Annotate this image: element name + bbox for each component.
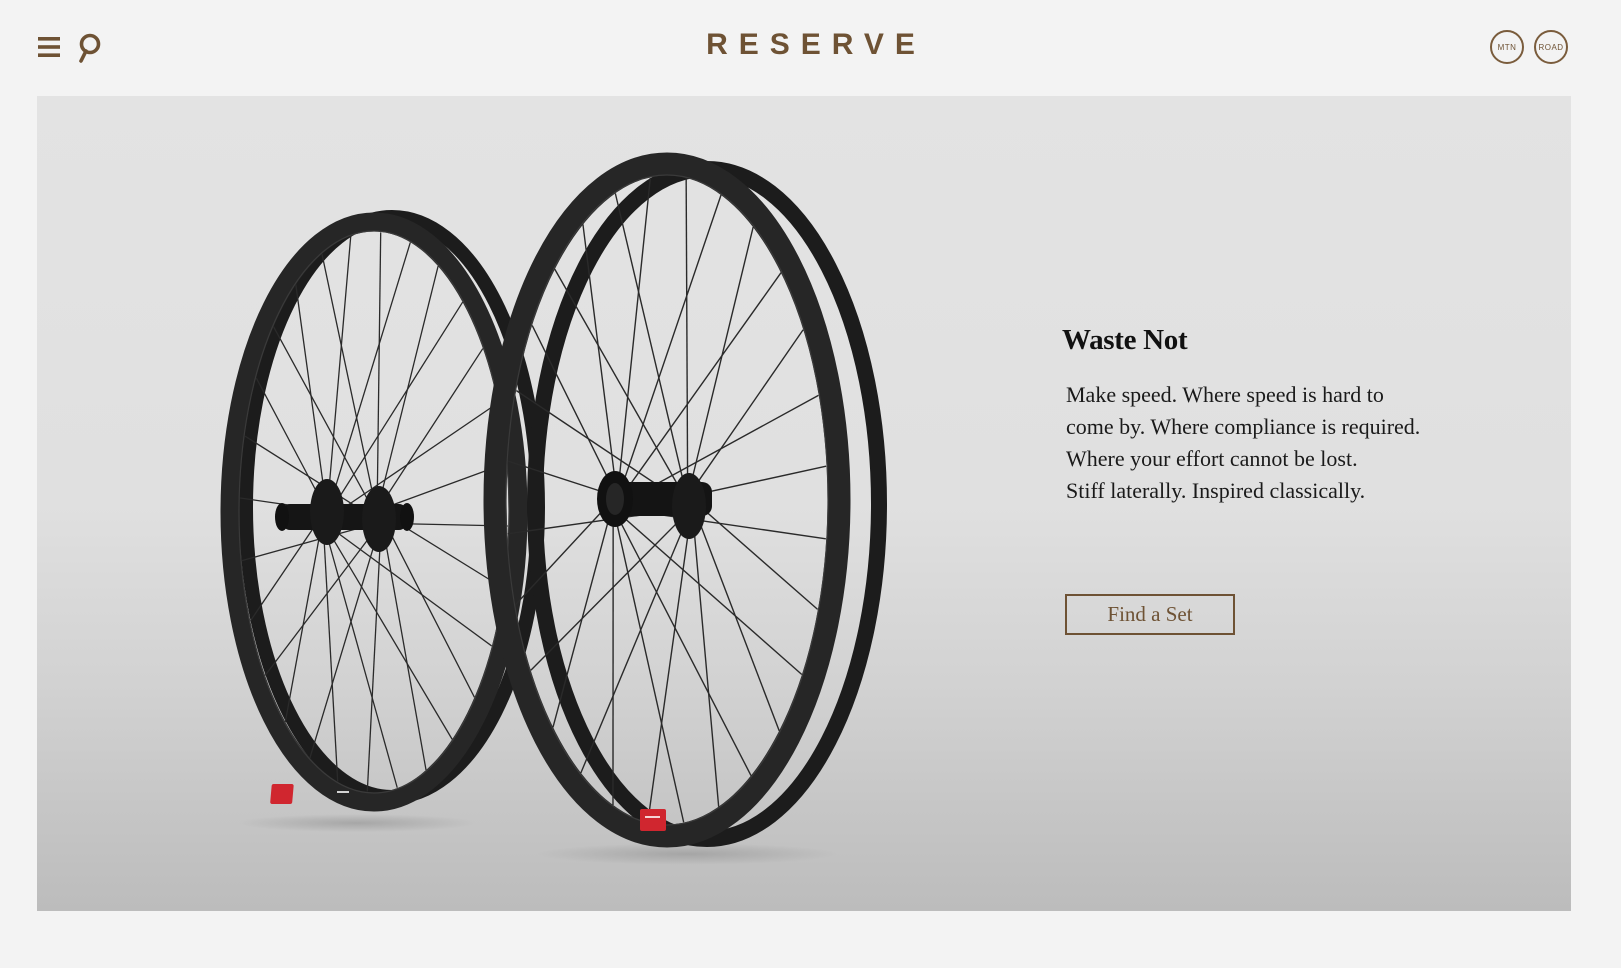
hero-body: Make speed. Where speed is hard to come … (1066, 379, 1522, 507)
site-header: RESERVE MTN ROAD (0, 0, 1621, 96)
spoke (694, 501, 819, 610)
spoke (327, 236, 352, 501)
front-wheel (483, 152, 887, 848)
spoke (620, 514, 803, 676)
spoke (582, 224, 617, 487)
spoke (325, 531, 398, 788)
spoke (685, 178, 689, 487)
spoke (330, 527, 493, 647)
spoke (309, 531, 379, 759)
spoke (693, 508, 780, 732)
hero-body-line: Where your effort cannot be lost. (1066, 446, 1358, 471)
hero-copy: Waste Not Make speed. Where speed is har… (1062, 324, 1522, 635)
brand-logo-wrapper: RESERVE (0, 28, 1621, 62)
hero-banner: Waste Not Make speed. Where speed is har… (37, 96, 1571, 911)
spoke (692, 514, 720, 807)
spoke (255, 377, 324, 505)
spoke (264, 528, 377, 676)
hamburger-menu-icon[interactable] (36, 33, 62, 61)
spoke (376, 232, 382, 501)
spoke (379, 265, 439, 501)
spoke (249, 516, 322, 622)
spoke (366, 531, 382, 792)
brand-logo[interactable]: RESERVE (706, 28, 926, 61)
spoke (614, 517, 685, 823)
spoke (614, 193, 686, 490)
spoke (621, 272, 782, 496)
spoke (620, 194, 722, 490)
spoke (295, 284, 327, 501)
wheelset-image (220, 152, 887, 865)
spoke (321, 253, 376, 505)
spoke (580, 517, 689, 774)
mtn-switch-button[interactable]: MTN (1490, 30, 1524, 64)
spoke (284, 523, 323, 723)
hero-body-line: come by. Where compliance is required. (1066, 414, 1421, 439)
find-a-set-button[interactable]: Find a Set (1065, 594, 1235, 635)
spoke (329, 242, 411, 504)
hero-body-line: Make speed. Where speed is hard to (1066, 382, 1384, 407)
spoke (381, 348, 484, 504)
spoke (694, 465, 827, 496)
hero-headline: Waste Not (1062, 324, 1188, 356)
spoke (331, 301, 464, 509)
road-switch-button[interactable]: ROAD (1534, 30, 1568, 64)
spoke (554, 268, 685, 496)
search-icon[interactable] (76, 33, 104, 63)
hero-body-line: Stiff laterally. Inspired classically. (1066, 478, 1366, 503)
spoke (382, 527, 427, 771)
spoke (530, 514, 686, 671)
